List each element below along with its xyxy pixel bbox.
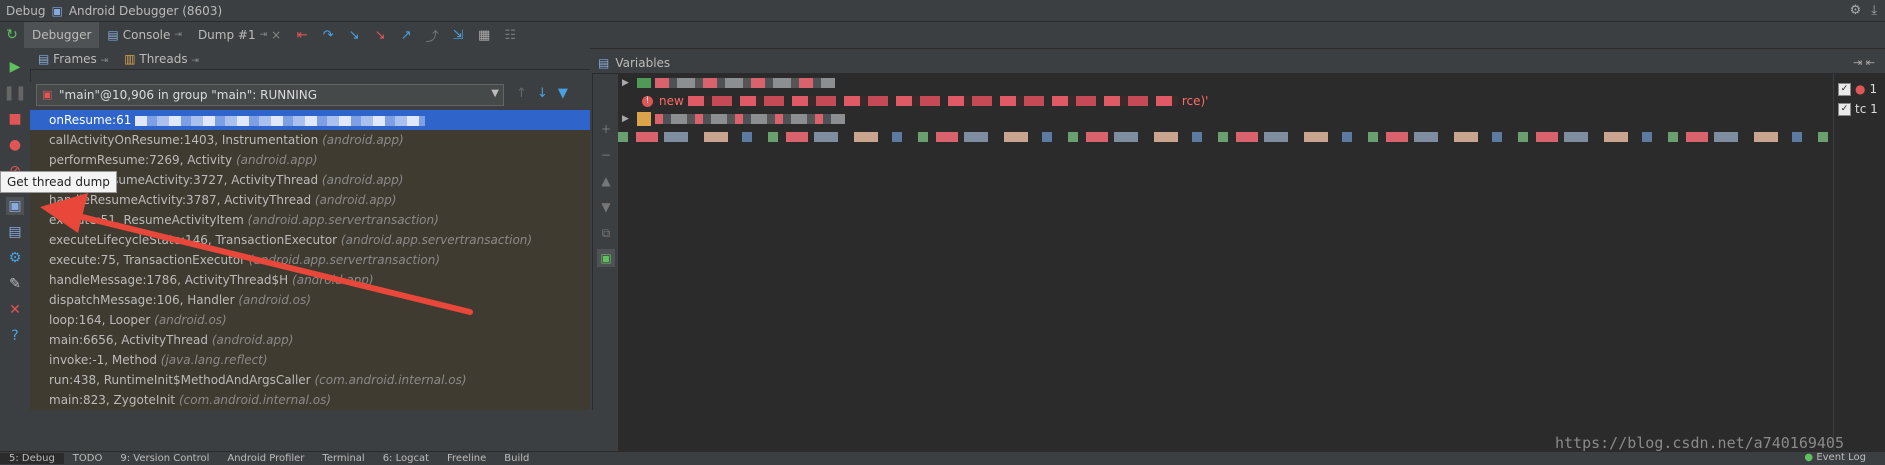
frame-package: (com.android.internal.os) (178, 393, 332, 407)
variable-prefix: new (659, 94, 684, 108)
redacted-block (636, 78, 651, 88)
frame-method: main:823, ZygoteInit (49, 393, 176, 407)
variables-header: ▤ Variables ⇥ ⇤ (592, 52, 1885, 74)
watch-item[interactable]: ✓ ● 1 (1838, 82, 1877, 96)
status-version-control[interactable]: 9: Version Control (111, 453, 218, 464)
pin-icon[interactable]: ⇥ (1853, 56, 1862, 69)
watch-label: 1 (1869, 82, 1878, 96)
redacted-block (654, 114, 845, 124)
frame-package: (java.lang.reflect) (160, 353, 268, 367)
redacted-block (618, 132, 1828, 142)
list-item[interactable]: invoke:-1, Method (java.lang.reflect) (30, 350, 590, 370)
watermark: https://blog.csdn.net/a740169405 (1555, 434, 1844, 452)
frames-empty-area (30, 410, 590, 451)
frame-method: run:438, RuntimeInit$MethodAndArgsCaller (49, 373, 311, 387)
frame-package: (com.android.internal.os) (314, 373, 467, 387)
status-freeline[interactable]: Freeline (438, 453, 495, 464)
list-item[interactable]: main:823, ZygoteInit (com.android.intern… (30, 390, 590, 410)
status-bar: 5: Debug TODO 9: Version Control Android… (0, 451, 1885, 465)
variable-row[interactable]: ▶ (618, 74, 839, 92)
variables-label: Variables (615, 55, 671, 70)
variables-tree: ▶ ! new rce)' ▶ (618, 74, 1833, 451)
status-android-profiler[interactable]: Android Profiler (218, 453, 313, 464)
expand-arrow-icon[interactable]: ▶ (622, 114, 629, 124)
variable-row[interactable]: ! new rce)' (618, 92, 1208, 110)
minimize-icon[interactable]: ⤓ (1871, 3, 1877, 18)
gear-icon[interactable]: ⚙ (1850, 3, 1862, 18)
status-event-log[interactable]: ● Event Log (1795, 452, 1875, 463)
status-terminal[interactable]: Terminal (313, 453, 373, 464)
status-build[interactable]: Build (495, 453, 538, 464)
variable-row[interactable]: ▶ (618, 110, 849, 128)
title-actions: ⚙ ⤓ (1850, 3, 1877, 18)
expand-arrow-icon[interactable]: ▶ (622, 78, 629, 88)
watches-panel: ✓ ● 1 ✓ tc 1 (1833, 74, 1885, 451)
watch-label: tc 1 (1855, 102, 1878, 116)
panel-actions: ⇥ ⇤ (1853, 56, 1875, 69)
status-debug[interactable]: 5: Debug (0, 453, 64, 464)
arrow-shaft (63, 210, 473, 315)
checkbox[interactable]: ✓ (1838, 102, 1851, 116)
redacted-block (654, 78, 835, 88)
redacted-block (687, 96, 1178, 106)
checkbox[interactable]: ✓ (1838, 82, 1851, 96)
watch-item[interactable]: ✓ tc 1 (1838, 102, 1878, 116)
variable-suffix: rce)' (1181, 94, 1209, 108)
variable-row[interactable] (618, 128, 1833, 146)
event-log-label: Event Log (1816, 452, 1866, 463)
breakpoint-icon: ● (1855, 82, 1866, 96)
redacted-block (636, 112, 651, 126)
status-todo[interactable]: TODO (64, 453, 112, 464)
annotation-arrow (40, 193, 473, 315)
hide-icon[interactable]: ⇤ (1866, 56, 1875, 69)
error-icon: ! (642, 95, 653, 107)
list-item[interactable]: run:438, RuntimeInit$MethodAndArgsCaller… (30, 370, 590, 390)
event-log-icon: ● (1804, 452, 1814, 463)
arrow-head (40, 193, 88, 233)
status-logcat[interactable]: 6: Logcat (374, 453, 438, 464)
frame-method: invoke:-1, Method (49, 353, 157, 367)
